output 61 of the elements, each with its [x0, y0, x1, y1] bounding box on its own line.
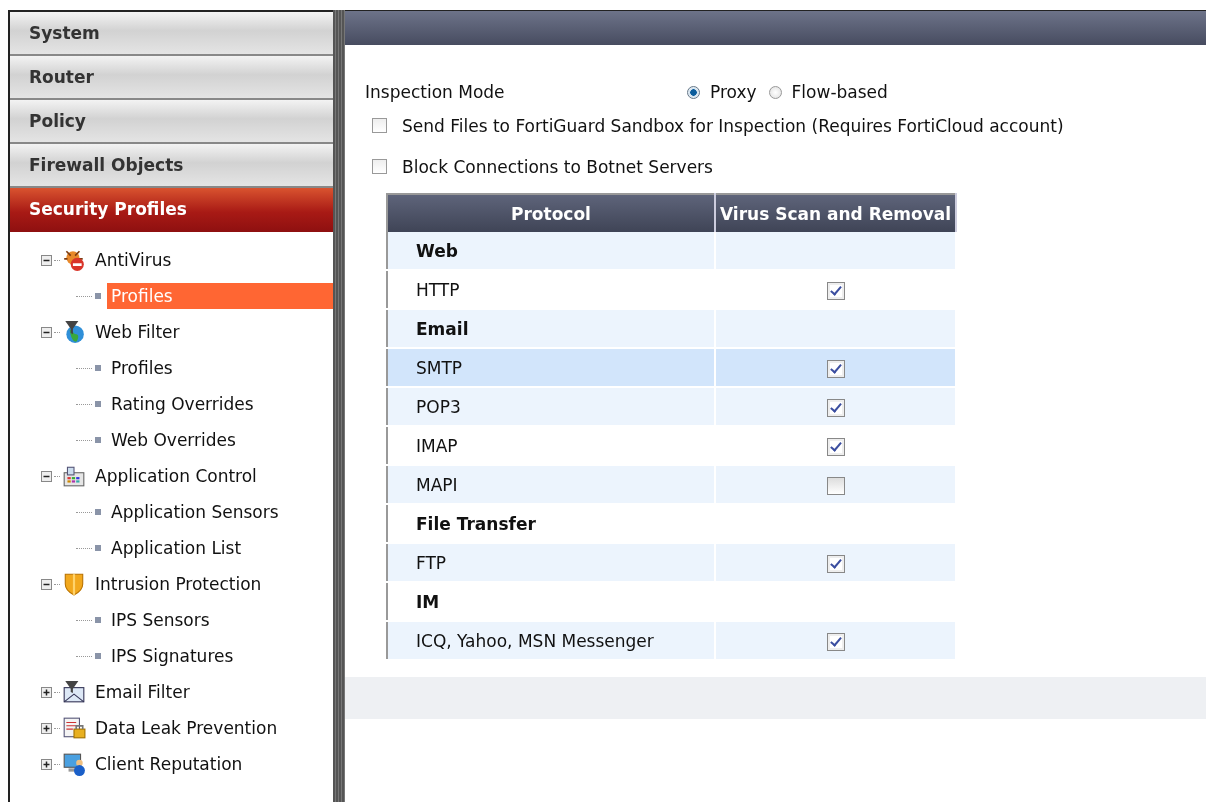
checkbox[interactable]: [826, 554, 845, 573]
table-cell: MAPI: [387, 465, 715, 504]
bug-icon: [62, 248, 86, 272]
tree-item[interactable]: IPS Signatures: [107, 643, 333, 669]
tree-item[interactable]: Email Filter: [92, 680, 193, 704]
nav-section[interactable]: System: [10, 12, 333, 56]
expander-icon[interactable]: [41, 686, 52, 698]
bullet-icon: [95, 617, 101, 623]
expander-icon[interactable]: [41, 758, 52, 770]
field-label: Inspection Mode: [365, 82, 506, 102]
radio-option[interactable]: Proxy: [687, 82, 757, 102]
table-cell: SMTP: [387, 348, 715, 387]
nav-section[interactable]: Security Profiles: [10, 188, 333, 232]
checkbox[interactable]: [826, 476, 845, 495]
column-header: Protocol: [387, 194, 715, 232]
shield-icon: [62, 572, 86, 596]
checkbox[interactable]: [826, 632, 845, 651]
checkbox[interactable]: [826, 359, 845, 378]
tree-item[interactable]: Application List: [107, 535, 333, 561]
tree-item[interactable]: Application Control: [92, 464, 260, 488]
checkbox[interactable]: [826, 437, 845, 456]
tree-item[interactable]: Rating Overrides: [107, 391, 333, 417]
tree-item[interactable]: Application Sensors: [107, 499, 333, 525]
tree-item[interactable]: Web Overrides: [107, 427, 333, 453]
bullet-icon: [95, 401, 101, 407]
group-cell: Email: [387, 309, 715, 348]
table-cell: ICQ, Yahoo, MSN Messenger: [387, 621, 715, 660]
envelope-filter-icon: [62, 680, 86, 704]
bullet-icon: [95, 365, 101, 371]
checkbox-option[interactable]: Send Files to FortiGuard Sandbox for Inspection (Requires FortiCloud account): [365, 105, 1206, 146]
tree-item[interactable]: Client Reputation: [92, 752, 246, 776]
checkbox[interactable]: [826, 281, 845, 300]
bullet-icon: [95, 437, 101, 443]
nav-section[interactable]: Firewall Objects: [10, 144, 333, 188]
bullet-icon: [95, 509, 101, 515]
document-lock-icon: [62, 716, 86, 740]
tree-item[interactable]: Intrusion Protection: [92, 572, 265, 596]
bullet-icon: [95, 545, 101, 551]
tree-item[interactable]: Data Leak Prevention: [92, 716, 281, 740]
radio-option[interactable]: Flow-based: [768, 82, 888, 102]
expander-icon[interactable]: [41, 470, 52, 482]
table-cell: POP3: [387, 387, 715, 426]
bullet-icon: [95, 653, 101, 659]
expander-icon[interactable]: [41, 326, 52, 338]
tree-item[interactable]: IPS Sensors: [107, 607, 333, 633]
group-cell: Web: [387, 232, 715, 270]
bullet-icon: [95, 293, 101, 299]
application-icon: [62, 464, 86, 488]
table-cell: FTP: [387, 543, 715, 582]
checkbox-option[interactable]: Block Connections to Botnet Servers: [365, 146, 1206, 187]
column-header: Virus Scan and Removal: [715, 194, 957, 232]
tree-item[interactable]: Web Filter: [92, 320, 183, 344]
expander-icon[interactable]: [41, 254, 52, 266]
expander-icon[interactable]: [41, 722, 52, 734]
tree-item[interactable]: AntiVirus: [92, 248, 175, 272]
tree-item[interactable]: Profiles: [107, 355, 333, 381]
computer-user-icon: [62, 752, 86, 776]
expander-icon[interactable]: [41, 578, 52, 590]
checkbox[interactable]: [826, 398, 845, 417]
nav-section[interactable]: Router: [10, 56, 333, 100]
nav-section[interactable]: Policy: [10, 100, 333, 144]
